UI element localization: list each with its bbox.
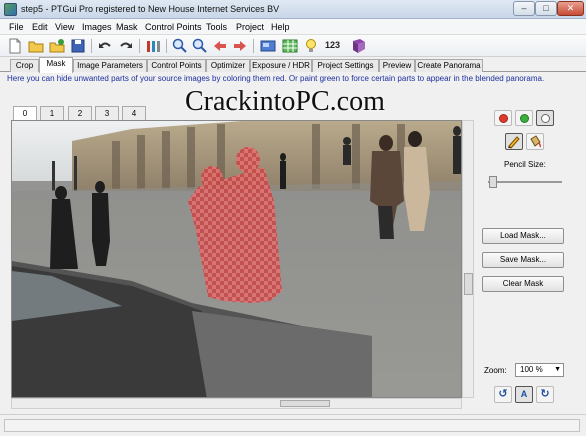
title-bar: step5 - PTGui Pro registered to New Hous…: [0, 0, 586, 19]
tab-preview[interactable]: Preview: [379, 59, 415, 72]
menu-mask[interactable]: Mask: [116, 22, 138, 32]
undo-icon[interactable]: [97, 38, 113, 54]
toolbar-separator: [253, 39, 254, 53]
mask-image-canvas[interactable]: .: [11, 120, 462, 398]
zoom-value: 100 %: [520, 365, 543, 374]
vertical-scrollbar[interactable]: [462, 120, 474, 398]
rotate-right-icon: ↻: [540, 388, 550, 400]
tab-project-settings[interactable]: Project Settings: [312, 59, 379, 72]
zoom-out-icon[interactable]: [192, 38, 208, 54]
menu-bar: File Edit View Images Mask Control Point…: [0, 19, 586, 35]
clear-dot-icon: [541, 114, 550, 123]
menu-edit[interactable]: Edit: [32, 22, 48, 32]
align-images-icon[interactable]: [145, 38, 161, 54]
toolbar-separator: [166, 39, 167, 53]
tips-icon[interactable]: [303, 38, 319, 54]
status-bar: [0, 414, 586, 436]
zoom-label: Zoom:: [484, 366, 507, 375]
menu-control-points[interactable]: Control Points: [145, 22, 202, 32]
table-editor-icon[interactable]: [282, 38, 298, 54]
image-tab-4[interactable]: 4: [122, 106, 146, 120]
app-icon: [4, 3, 17, 16]
clear-paint-button[interactable]: [536, 110, 554, 126]
minimize-button[interactable]: –: [513, 1, 535, 16]
help-book-icon[interactable]: [351, 38, 367, 54]
tab-create-panorama[interactable]: Create Panorama: [415, 59, 483, 72]
add-images-icon[interactable]: [49, 38, 65, 54]
rotate-right-button[interactable]: ↻: [536, 386, 554, 403]
chevron-down-icon: ▼: [554, 366, 561, 373]
new-project-icon[interactable]: [7, 38, 23, 54]
tab-exposure-hdr[interactable]: Exposure / HDR: [250, 59, 312, 72]
image-tab-1[interactable]: 1: [40, 106, 64, 120]
rotate-left-button[interactable]: ↺: [494, 386, 512, 403]
zoom-select[interactable]: 100 % ▼: [515, 363, 564, 377]
green-paint-button[interactable]: [515, 110, 533, 126]
toolbar-separator: [139, 39, 140, 53]
paint-bucket-icon: [530, 135, 542, 148]
menu-project[interactable]: Project: [236, 22, 264, 32]
tab-crop[interactable]: Crop: [10, 59, 39, 72]
image-tab-0[interactable]: 0: [13, 106, 37, 120]
tab-image-parameters[interactable]: Image Parameters: [73, 59, 147, 72]
panorama-editor-icon[interactable]: [260, 38, 276, 54]
pencil-size-thumb[interactable]: [489, 176, 498, 188]
fill-tool-button[interactable]: [526, 133, 544, 150]
zoom-in-icon[interactable]: [172, 38, 188, 54]
menu-tools[interactable]: Tools: [206, 22, 227, 32]
green-dot-icon: [520, 114, 529, 123]
menu-help[interactable]: Help: [271, 22, 290, 32]
red-dot-icon: [499, 114, 508, 123]
vertical-scroll-thumb[interactable]: [464, 273, 473, 295]
next-image-icon[interactable]: [232, 38, 248, 54]
toolbar-separator: [91, 39, 92, 53]
toolbar: 123: [0, 35, 586, 57]
menu-view[interactable]: View: [55, 22, 74, 32]
pencil-size-slider[interactable]: [488, 181, 562, 183]
image-tab-2[interactable]: 2: [68, 106, 92, 120]
load-mask-button[interactable]: Load Mask...: [482, 228, 564, 244]
pencil-icon: [508, 136, 520, 149]
watermark: CrackintoPC.com: [185, 86, 385, 117]
rotate-left-icon: ↺: [498, 388, 508, 400]
mask-hint-text: Here you can hide unwanted parts of your…: [7, 74, 545, 83]
auto-rotate-button[interactable]: A: [515, 386, 533, 403]
red-paint-button[interactable]: [494, 110, 512, 126]
tab-mask[interactable]: Mask: [39, 57, 73, 73]
horizontal-scrollbar[interactable]: [11, 398, 462, 409]
clear-mask-button[interactable]: Clear Mask: [482, 276, 564, 292]
tab-control-points[interactable]: Control Points: [147, 59, 206, 72]
horizontal-scroll-thumb[interactable]: [280, 400, 330, 407]
menu-file[interactable]: File: [9, 22, 24, 32]
save-icon[interactable]: [70, 38, 86, 54]
close-button[interactable]: ✕: [557, 1, 584, 16]
numbering-toggle[interactable]: 123: [325, 40, 340, 50]
image-tab-3[interactable]: 3: [95, 106, 119, 120]
window-title: step5 - PTGui Pro registered to New Hous…: [21, 4, 280, 14]
status-field: [4, 419, 580, 432]
save-mask-button[interactable]: Save Mask...: [482, 252, 564, 268]
maximize-button[interactable]: □: [535, 1, 557, 16]
open-project-icon[interactable]: [28, 38, 44, 54]
tab-optimizer[interactable]: Optimizer: [206, 59, 250, 72]
pencil-size-label: Pencil Size:: [504, 160, 546, 169]
redo-icon[interactable]: [118, 38, 134, 54]
menu-images[interactable]: Images: [82, 22, 112, 32]
pencil-tool-button[interactable]: [505, 133, 523, 150]
main-tab-strip: Crop Mask Image Parameters Control Point…: [0, 57, 586, 73]
source-photo: .: [12, 121, 461, 397]
previous-image-icon[interactable]: [212, 38, 228, 54]
